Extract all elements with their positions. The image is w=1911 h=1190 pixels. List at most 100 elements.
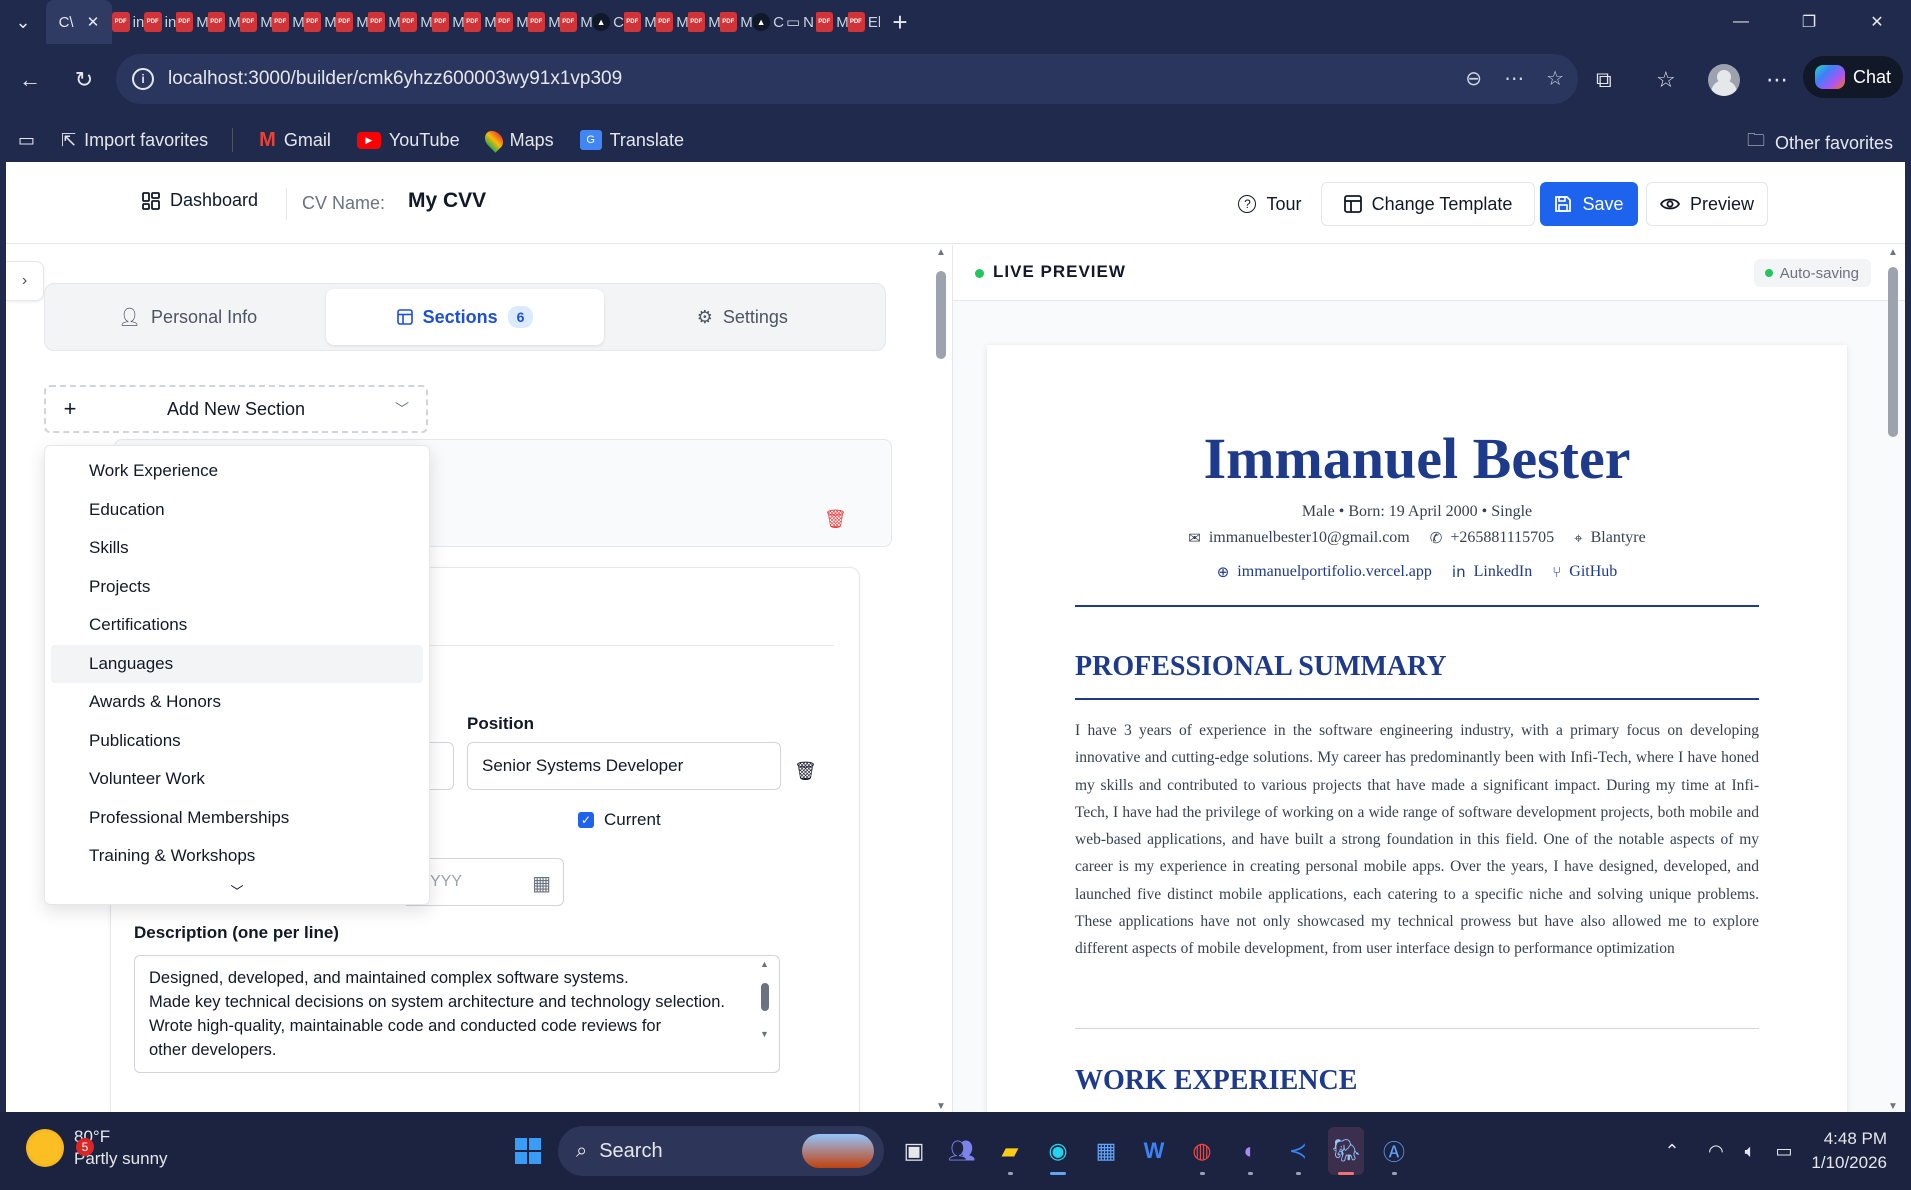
close-tab-icon[interactable]: ✕ [87, 13, 100, 31]
taskbar-search[interactable]: ⌕ Search [558, 1126, 884, 1176]
browser-tab-active[interactable]: C\ ✕ [46, 0, 112, 44]
browser-tab[interactable]: PDF M [240, 0, 272, 44]
favorites-icon[interactable]: ☆ [1656, 62, 1676, 98]
browser-tab[interactable]: PDF in [144, 0, 176, 44]
scrollbar-thumb[interactable] [761, 983, 769, 1011]
scroll-down-icon[interactable]: ▼ [760, 1029, 769, 1039]
browser-tab[interactable]: PDF M [208, 0, 240, 44]
description-scrollbar[interactable]: ▲ ▼ [758, 959, 772, 1069]
browser-tab[interactable]: ▭ N [784, 0, 816, 44]
change-template-button[interactable]: Change Template [1321, 182, 1535, 226]
delete-entry-trash-icon[interactable]: 🗑︎ [794, 761, 817, 782]
more-menu-icon[interactable]: ⋯ [1766, 62, 1788, 98]
browser-tab[interactable]: PDF M [624, 0, 656, 44]
scroll-up-icon[interactable]: ▲ [760, 959, 769, 969]
site-info-icon[interactable]: i [132, 68, 154, 90]
section-option[interactable]: Volunteer Work [51, 760, 423, 799]
cv-linkedin-link[interactable]: LinkedIn [1474, 563, 1533, 581]
browser-tab[interactable]: PDF M [304, 0, 336, 44]
browser-tab[interactable]: PDF M [272, 0, 304, 44]
browser-tab[interactable]: PDF M [432, 0, 464, 44]
current-checkbox[interactable]: ✓ [578, 812, 594, 828]
expand-sidebar-button[interactable]: › [6, 261, 44, 301]
start-button[interactable] [510, 1127, 546, 1175]
wifi-icon[interactable]: ◠ [1699, 1141, 1733, 1162]
delete-section-trash-icon[interactable]: 🗑︎ [824, 509, 847, 530]
sidebar-toggle-icon[interactable]: ▭ [18, 130, 35, 151]
browser-tab[interactable]: ▲ C [752, 0, 784, 44]
save-button[interactable]: Save [1540, 182, 1638, 226]
browser-tab[interactable]: PDF M [464, 0, 496, 44]
tab-personal-info[interactable]: 👤︎ Personal Info [49, 289, 326, 345]
close-window-icon[interactable]: ✕ [1843, 0, 1911, 44]
vscode-app[interactable]: ≺ [1280, 1127, 1316, 1175]
section-option[interactable]: Publications [51, 722, 423, 761]
bookmark-other-favorites[interactable]: 🗀 Other favorites [1747, 128, 1893, 158]
position-input[interactable]: Senior Systems Developer [467, 742, 781, 790]
calendar-icon[interactable]: ▦ [532, 871, 551, 896]
preview-scrollbar[interactable]: ▲ ▼ [1885, 245, 1901, 1112]
section-option[interactable]: Projects [51, 568, 423, 607]
new-tab-button[interactable]: + [880, 7, 920, 38]
add-new-section-select[interactable]: + Add New Section ﹀ [44, 385, 428, 433]
tab-actions-menu-icon[interactable]: ⌄ [0, 0, 46, 44]
file-explorer-app[interactable]: ▰ [992, 1127, 1028, 1175]
section-option[interactable]: Languages [51, 644, 423, 683]
browser-tab[interactable]: PDF El [848, 0, 880, 44]
section-option[interactable]: Skills [51, 529, 423, 568]
bookmark-maps[interactable]: Maps [480, 127, 554, 153]
tab-settings[interactable]: ⚙ Settings [604, 289, 881, 345]
dashboard-link[interactable]: Dashboard [142, 190, 258, 211]
chrome-app[interactable]: ◍ [1184, 1127, 1220, 1175]
browser-tab[interactable]: PDF M [720, 0, 752, 44]
chevron-up-icon[interactable]: ⌃ [1655, 1141, 1689, 1162]
favorite-star-icon[interactable]: ☆ [1546, 66, 1564, 91]
browser-tab[interactable]: PDF M [496, 0, 528, 44]
minimize-icon[interactable]: — [1707, 0, 1775, 44]
cv-website-link[interactable]: immanuelportifolio.vercel.app [1237, 563, 1432, 581]
clock[interactable]: 4:48 PM 1/10/2026 [1801, 1127, 1911, 1175]
cv-name-value[interactable]: My CVV [408, 189, 486, 213]
teams-app[interactable]: 👥︎ [944, 1127, 980, 1175]
browser-tab[interactable]: PDF M [400, 0, 432, 44]
section-option[interactable]: Education [51, 491, 423, 530]
scroll-up-icon[interactable]: ▲ [936, 247, 946, 258]
scroll-down-icon[interactable]: ▼ [1888, 1101, 1898, 1112]
browser-tab[interactable]: PDF M [368, 0, 400, 44]
scrollbar-thumb[interactable] [1888, 267, 1898, 437]
bookmark-gmail[interactable]: M Gmail [259, 129, 331, 152]
misc-app[interactable]: Ⓐ [1376, 1127, 1412, 1175]
browser-tab[interactable]: PDF M [816, 0, 848, 44]
profile-avatar[interactable] [1708, 64, 1740, 96]
back-arrow-icon[interactable]: ← [12, 62, 48, 98]
bookmark-import[interactable]: ⇱ Import favorites [61, 130, 208, 151]
bookmark-youtube[interactable]: ▶ YouTube [356, 130, 460, 151]
browser-tab[interactable]: PDF M [688, 0, 720, 44]
preview-button[interactable]: Preview [1646, 182, 1768, 226]
store-app[interactable]: ▦ [1088, 1127, 1124, 1175]
browser-tab[interactable]: PDF M [176, 0, 208, 44]
refresh-icon[interactable]: ↻ [66, 62, 102, 98]
scrollbar-thumb[interactable] [936, 271, 946, 359]
cv-github-link[interactable]: GitHub [1569, 563, 1617, 581]
browser-tab[interactable]: PDF M [336, 0, 368, 44]
weather-widget[interactable]: 5 80°F Partly sunny [26, 1126, 168, 1170]
zoom-icon[interactable]: ⊖ [1465, 66, 1482, 91]
bookmark-translate[interactable]: G Translate [579, 130, 684, 151]
section-option[interactable]: Awards & Honors [51, 683, 423, 722]
section-option[interactable]: Professional Memberships [51, 799, 423, 838]
browser-tab[interactable]: ▲ C [592, 0, 624, 44]
section-option[interactable]: Certifications [51, 606, 423, 645]
chevron-down-more-icon[interactable]: ﹀ [45, 881, 429, 900]
scroll-up-icon[interactable]: ▲ [1888, 247, 1898, 258]
extensions-icon[interactable]: ⧉ [1596, 62, 1612, 98]
editor-scrollbar[interactable]: ▲ ▼ [934, 245, 948, 1112]
postgres-app[interactable]: 🐘︎ [1328, 1127, 1364, 1175]
copilot-chat-button[interactable]: Chat [1803, 56, 1903, 98]
word-app[interactable]: W [1136, 1127, 1172, 1175]
section-option[interactable]: Training & Workshops [51, 837, 423, 876]
browser-tab[interactable]: PDF M [528, 0, 560, 44]
restore-icon[interactable]: ❐ [1775, 0, 1843, 44]
tour-button[interactable]: ? Tour [1220, 182, 1320, 226]
browser-tab[interactable]: PDF M [560, 0, 592, 44]
